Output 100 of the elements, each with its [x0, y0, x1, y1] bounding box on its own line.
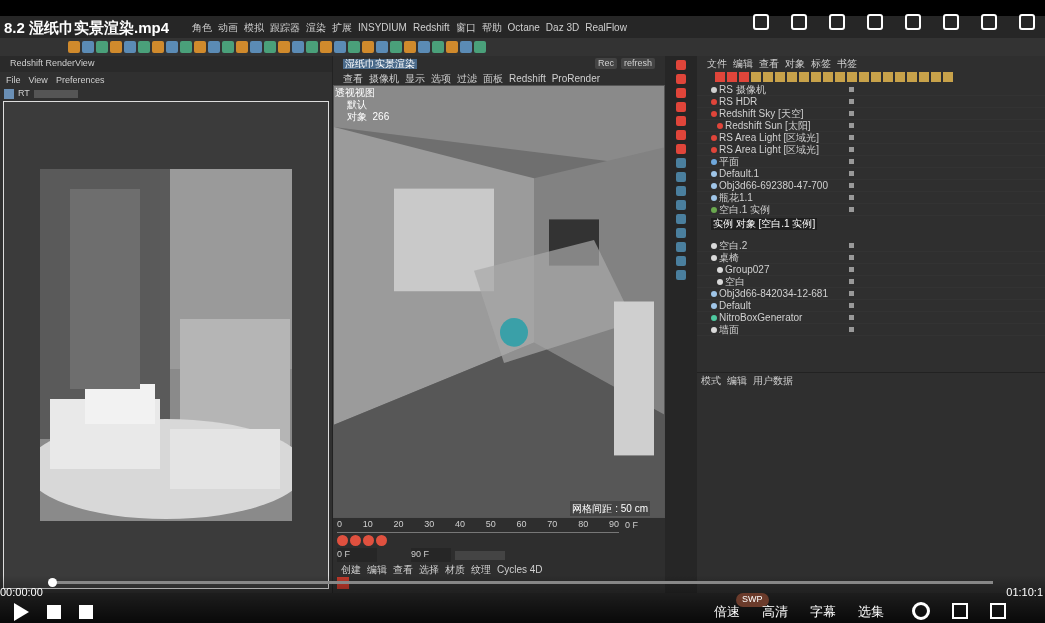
- menu-item[interactable]: 角色: [192, 19, 212, 35]
- toolbar-icon[interactable]: [124, 41, 136, 53]
- menu-item[interactable]: 窗口: [455, 19, 476, 35]
- menu-item[interactable]: Preferences: [55, 73, 105, 87]
- toolbar-icon[interactable]: [222, 41, 234, 53]
- player-button[interactable]: 字幕: [810, 601, 836, 621]
- settings-icon[interactable]: [912, 602, 930, 621]
- dropdown[interactable]: [33, 90, 78, 98]
- menu-item[interactable]: 查看: [343, 70, 363, 86]
- menu-item[interactable]: 帮助: [481, 19, 502, 35]
- toolbar-icon[interactable]: [68, 41, 80, 53]
- menu-item[interactable]: Redshift: [509, 70, 546, 86]
- render-icon[interactable]: [337, 535, 348, 546]
- toolbar-icon[interactable]: [96, 41, 108, 53]
- object-name[interactable]: 空白.2: [719, 240, 748, 251]
- menu-item[interactable]: View: [28, 73, 48, 87]
- menu-item[interactable]: 编辑: [367, 562, 387, 577]
- menu-item[interactable]: 创建: [341, 562, 361, 577]
- toolbar-icon[interactable]: [418, 41, 430, 53]
- object-name[interactable]: Obj3d66-842034-12-681: [719, 288, 828, 299]
- toolbar-icon[interactable]: [264, 41, 276, 53]
- toolbar-icon[interactable]: [138, 41, 150, 53]
- object-name[interactable]: Group027: [725, 264, 770, 275]
- object-name[interactable]: 空白.1 实例: [719, 204, 771, 215]
- toolbar-icon[interactable]: [292, 41, 304, 53]
- toolbar-icon[interactable]: [474, 41, 486, 53]
- menu-item[interactable]: Cycles 4D: [497, 562, 543, 577]
- object-name[interactable]: Obj3d66-692380-47-700: [719, 180, 828, 191]
- render-icon[interactable]: [350, 535, 361, 546]
- layout-tab[interactable]: 湿纸巾实景渲染: [343, 58, 417, 69]
- menu-item[interactable]: Octane: [507, 19, 540, 35]
- toolbar-icon[interactable]: [180, 41, 192, 53]
- toolbar-icon[interactable]: [208, 41, 220, 53]
- end-field[interactable]: 90 F: [411, 548, 451, 562]
- toolbar-icon[interactable]: [82, 41, 94, 53]
- toolbar-icon[interactable]: [236, 41, 248, 53]
- menu-item[interactable]: 材质: [445, 562, 465, 577]
- object-name[interactable]: RS Area Light [区域光]: [719, 144, 820, 155]
- toolbar-icon[interactable]: [348, 41, 360, 53]
- frame-field[interactable]: 0 F: [621, 518, 661, 533]
- menu-item[interactable]: 选择: [419, 562, 439, 577]
- object-name[interactable]: RS 摄像机: [719, 84, 766, 95]
- menu-item[interactable]: 对象: [785, 55, 805, 71]
- toolbar-icon[interactable]: [278, 41, 290, 53]
- timeline-ruler[interactable]: 0 10 20 30 40 50 60 70 80 90: [337, 518, 619, 533]
- object-name[interactable]: NitroBoxGenerator: [719, 312, 803, 323]
- menu-item[interactable]: 显示: [405, 70, 425, 86]
- menu-item[interactable]: 扩展: [332, 19, 352, 35]
- object-name[interactable]: 空白: [725, 276, 745, 287]
- render-icon[interactable]: [363, 535, 374, 546]
- menu-item[interactable]: 摄像机: [369, 70, 399, 86]
- menu-item[interactable]: 文件: [707, 55, 727, 71]
- object-name[interactable]: Redshift Sky [天空]: [719, 108, 804, 119]
- viewport-button[interactable]: refresh: [621, 58, 655, 69]
- toolbar-icon[interactable]: [334, 41, 346, 53]
- menu-item[interactable]: 面板: [483, 70, 503, 86]
- menu-item[interactable]: ProRender: [551, 70, 601, 86]
- toolbar-icon[interactable]: [390, 41, 402, 53]
- object-name[interactable]: 瓶花1.1: [719, 192, 753, 203]
- menu-item[interactable]: File: [6, 73, 21, 87]
- object-name[interactable]: 墙面: [719, 324, 739, 335]
- object-name[interactable]: Redshift Sun [太阳]: [725, 120, 811, 131]
- menu-item[interactable]: 查看: [393, 562, 413, 577]
- menu-item[interactable]: 动画: [218, 19, 238, 35]
- toolbar-icon[interactable]: [460, 41, 472, 53]
- menu-item[interactable]: Redshift: [412, 19, 450, 35]
- rt-button[interactable]: RT: [18, 87, 30, 101]
- toolbar-icon[interactable]: [250, 41, 262, 53]
- toolbar-icon[interactable]: [110, 41, 122, 53]
- menu-item[interactable]: 跟踪器: [270, 19, 300, 35]
- menu-item[interactable]: 模式: [701, 373, 721, 388]
- menu-item[interactable]: 模拟: [244, 19, 264, 35]
- menu-item[interactable]: 纹理: [471, 562, 491, 577]
- menu-item[interactable]: Daz 3D: [545, 19, 580, 35]
- menu-item[interactable]: RealFlow: [585, 19, 627, 35]
- menu-item[interactable]: 渲染: [306, 19, 326, 35]
- object-name[interactable]: Default.1: [719, 168, 760, 179]
- object-name[interactable]: 桌椅: [719, 252, 739, 263]
- menu-item[interactable]: 书签: [837, 55, 857, 71]
- object-name[interactable]: 平面: [719, 156, 739, 167]
- menu-item[interactable]: 编辑: [727, 373, 747, 388]
- menu-item[interactable]: 选项: [431, 70, 451, 86]
- menu-item[interactable]: 编辑: [733, 55, 753, 71]
- object-name[interactable]: RS Area Light [区域光]: [719, 132, 820, 143]
- toolbar-icon[interactable]: [166, 41, 178, 53]
- toolbar-icon[interactable]: [194, 41, 206, 53]
- menu-item[interactable]: 标签: [811, 55, 831, 71]
- toolbar-icon[interactable]: [446, 41, 458, 53]
- object-name[interactable]: RS HDR: [719, 96, 758, 107]
- play-icon[interactable]: [14, 603, 29, 621]
- toolbar-icon[interactable]: [376, 41, 388, 53]
- object-name[interactable]: Default: [719, 300, 751, 311]
- toolbar-icon[interactable]: [320, 41, 332, 53]
- toolbar-icon[interactable]: [362, 41, 374, 53]
- toolbar-icon[interactable]: [404, 41, 416, 53]
- menu-item[interactable]: 用户数据: [753, 373, 793, 388]
- toolbar-icon[interactable]: [432, 41, 444, 53]
- player-button[interactable]: 选集: [858, 601, 884, 621]
- viewport-button[interactable]: Rec: [594, 58, 617, 69]
- menu-item[interactable]: INSYDIUM: [358, 19, 407, 35]
